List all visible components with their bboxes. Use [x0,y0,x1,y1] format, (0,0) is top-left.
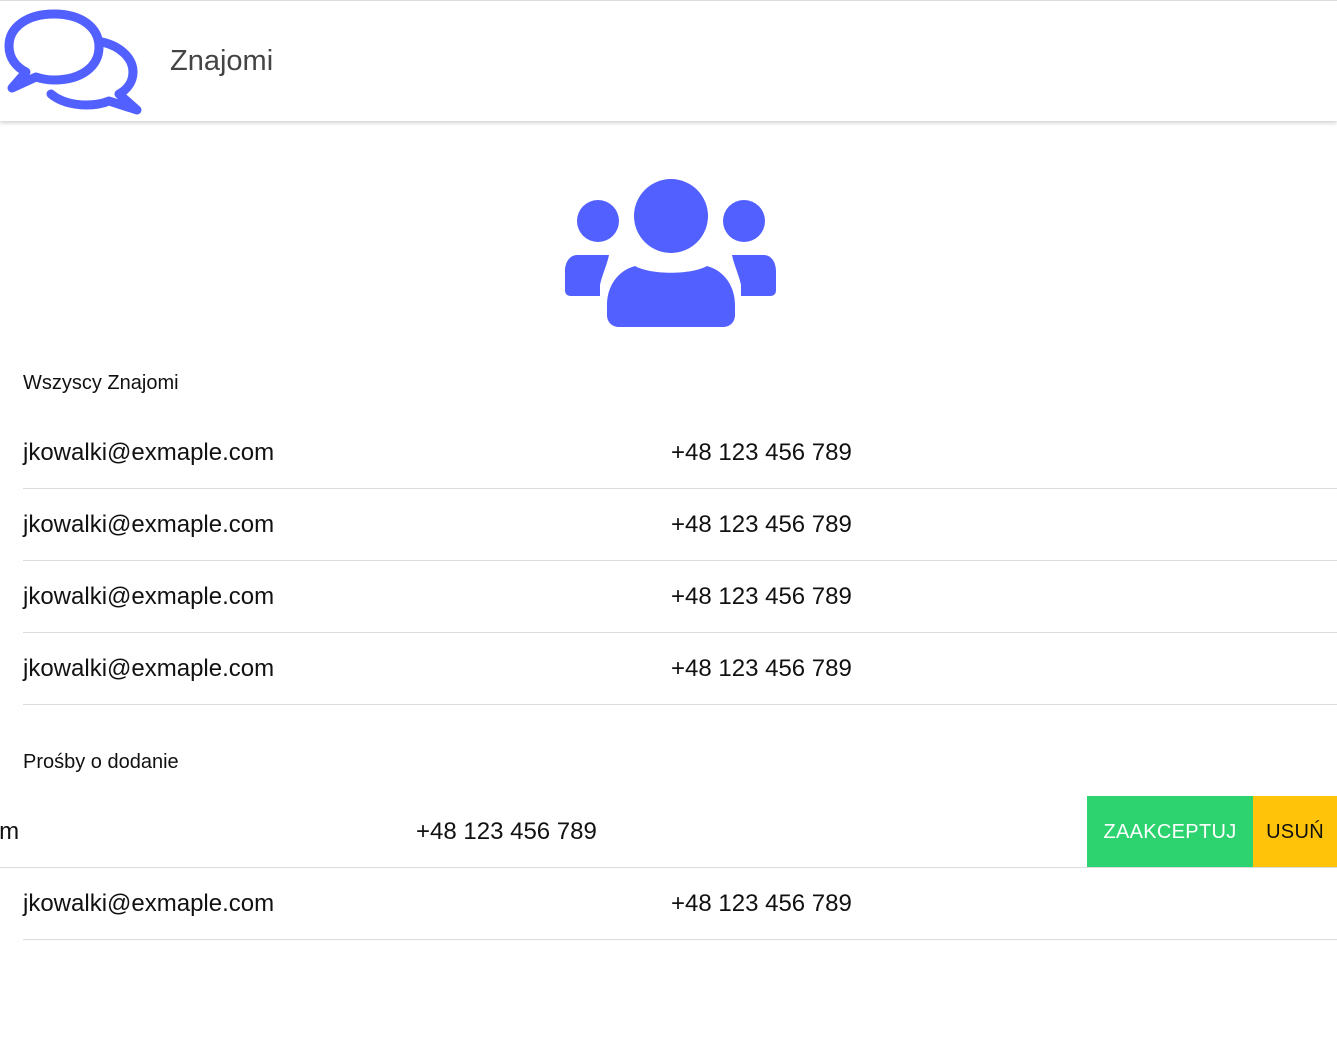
app-header: Znajomi [0,0,1337,121]
friend-list-item[interactable]: jkowalki@exmaple.com +48 123 456 789 [23,633,1337,705]
people-icon [565,179,776,327]
friend-phone: +48 123 456 789 [671,655,852,682]
request-list-item[interactable]: jkowalki@exmaple.com +48 123 456 789 [23,868,1337,940]
request-phone: +48 123 456 789 [416,818,597,845]
accept-button[interactable]: ZAAKCEPTUJ [1087,796,1253,867]
friend-email: jkowalki@exmaple.com [23,439,275,466]
request-item-content[interactable]: jkowalki@exmaple.com +48 123 456 789 [0,796,1082,867]
friend-list-item[interactable]: jkowalki@exmaple.com +48 123 456 789 [23,489,1337,561]
page-title: Znajomi [170,45,274,77]
request-email: jkowalki@exmaple.com [23,890,275,917]
friend-phone: +48 123 456 789 [671,511,852,538]
friend-phone: +48 123 456 789 [671,439,852,466]
requests-section-label: Prośby o dodanie [23,751,179,773]
chat-bubbles-icon [4,9,142,115]
request-email: jkowalki@exmaple.com [0,818,20,845]
friend-list-item[interactable]: jkowalki@exmaple.com +48 123 456 789 [23,417,1337,489]
friend-email: jkowalki@exmaple.com [23,655,275,682]
friend-email: jkowalki@exmaple.com [23,583,275,610]
delete-button[interactable]: USUŃ [1253,796,1337,867]
friend-phone: +48 123 456 789 [671,583,852,610]
request-list-item-swiped[interactable]: jkowalki@exmaple.com +48 123 456 789 ZAA… [0,796,1337,868]
request-phone: +48 123 456 789 [671,890,852,917]
friend-list-item[interactable]: jkowalki@exmaple.com +48 123 456 789 [23,561,1337,633]
friends-section-label: Wszyscy Znajomi [23,372,179,394]
friend-email: jkowalki@exmaple.com [23,511,275,538]
